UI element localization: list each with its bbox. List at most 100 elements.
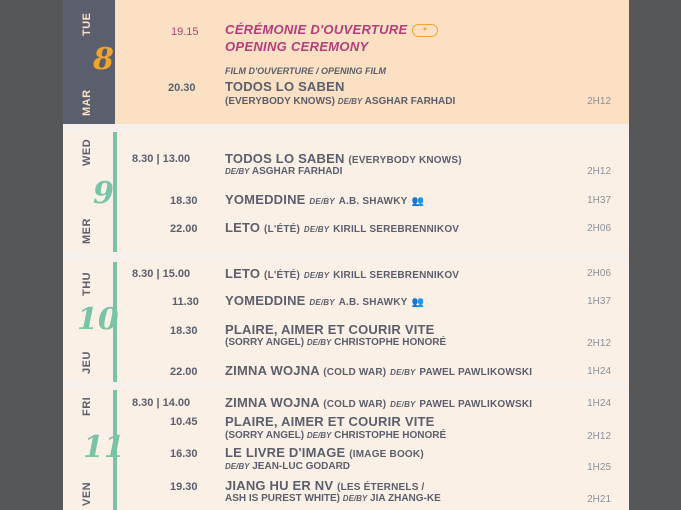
day-label-en: FRI <box>81 396 93 416</box>
ceremony-title-en: OPENING CEREMONY <box>225 39 369 54</box>
film-alt-title: (LES ÉTERNELS / <box>337 482 425 493</box>
screening-time: 18.30 <box>170 195 198 207</box>
by-label: DE/BY <box>337 97 363 106</box>
film-title: PLAIRE, AIMER ET COURIR VITE <box>225 414 435 429</box>
film-credit: (EVERYBODY KNOWS) DE/BY ASGHAR FARHADI <box>225 96 455 107</box>
film-title: LETO (L'ÉTÉ) DE/BY KIRILL SEREBRENNIKOV <box>225 266 459 281</box>
day-number: 10 <box>77 302 119 337</box>
screening-time: 19.30 <box>170 481 198 493</box>
director: KIRILL SEREBRENNIKOV <box>333 224 460 235</box>
day-block-11: FRI 11 VEN 8.30 | 14.00 ZIMNA WOJNA (COL… <box>63 390 629 510</box>
day-label-fr: MER <box>81 218 93 244</box>
film-credit: (SORRY ANGEL) DE/BY CHRISTOPHE HONORÉ <box>225 337 446 348</box>
screening-time: 18.30 <box>170 325 198 337</box>
day-label-en: WED <box>81 138 93 166</box>
film-credit: (SORRY ANGEL) DE/BY CHRISTOPHE HONORÉ <box>225 430 446 441</box>
by-label: DE/BY <box>225 462 250 471</box>
by-label: DE/BY <box>390 368 416 377</box>
film-title: YOMEDDINE DE/BY A.B. SHAWKY 👥 <box>225 192 424 207</box>
director: KIRILL SEREBRENNIKOV <box>333 270 460 281</box>
film-alt-title: (SORRY ANGEL) <box>225 430 305 441</box>
film-title-text: ZIMNA WOJNA <box>225 363 320 378</box>
film-title: ZIMNA WOJNA (COLD WAR) DE/BY PAWEL PAWLI… <box>225 363 532 378</box>
by-label: DE/BY <box>306 338 332 347</box>
film-title-text: YOMEDDINE <box>225 192 306 207</box>
director: ASGHAR FARHADI <box>251 166 343 177</box>
day-block-8: TUE 8 MAR 19.15 CÉRÉMONIE D'OUVERTURE ✦ O… <box>63 0 629 124</box>
film-title: JIANG HU ER NV (LES ÉTERNELS / <box>225 478 425 493</box>
day-number: 9 <box>93 176 114 211</box>
palm-logo-icon: ✦ <box>411 24 438 38</box>
film-alt-title: (EVERYBODY KNOWS) <box>348 155 462 166</box>
by-label: DE/BY <box>303 271 330 280</box>
film-alt-title: (COLD WAR) <box>323 367 387 378</box>
duration: 1H25 <box>587 462 611 473</box>
film-title-text: LETO <box>225 220 261 235</box>
day-block-9: WED 9 MER 8.30 | 13.00 TODOS LO SABEN (E… <box>63 132 629 252</box>
screening-time: 22.00 <box>170 366 198 378</box>
day-number: 8 <box>93 42 114 77</box>
film-title: TODOS LO SABEN <box>225 79 345 94</box>
director: CHRISTOPHE HONORÉ <box>334 337 447 348</box>
duration: 2H12 <box>587 338 611 349</box>
screening-time: 10.45 <box>170 416 198 428</box>
film-title: YOMEDDINE DE/BY A.B. SHAWKY 👥 <box>225 293 424 308</box>
screening-time: 8.30 | 13.00 <box>132 153 191 165</box>
film-title: LE LIVRE D'IMAGE (IMAGE BOOK) <box>225 445 424 460</box>
film-alt-title: ASH IS PUREST WHITE) <box>225 493 341 504</box>
film-title-text: LETO <box>225 266 261 281</box>
film-credit: ASH IS PUREST WHITE) DE/BY JIA ZHANG-KE <box>225 493 441 504</box>
director: JIA ZHANG-KE <box>370 493 441 504</box>
duration: 2H21 <box>587 494 611 505</box>
day-strip: TUE 8 MAR <box>63 0 115 124</box>
film-title: PLAIRE, AIMER ET COURIR VITE <box>225 322 435 337</box>
by-label: DE/BY <box>309 298 335 307</box>
film-alt-title: (IMAGE BOOK) <box>349 449 424 460</box>
duration: 2H12 <box>587 96 611 107</box>
by-label: DE/BY <box>342 494 368 503</box>
by-label: DE/BY <box>309 197 335 206</box>
screening-time: 16.30 <box>170 448 198 460</box>
duration: 2H12 <box>587 431 611 442</box>
screening-time: 11.30 <box>172 296 199 308</box>
day-label-fr: VEN <box>81 481 93 506</box>
film-title: TODOS LO SABEN (EVERYBODY KNOWS) <box>225 151 462 166</box>
screening-time: 22.00 <box>170 223 198 235</box>
schedule-page: TUE 8 MAR 19.15 CÉRÉMONIE D'OUVERTURE ✦ O… <box>63 0 629 510</box>
ceremony-title-fr: CÉRÉMONIE D'OUVERTURE <box>225 22 408 37</box>
duration: 1H24 <box>587 366 611 377</box>
director: PAWEL PAWLIKOWSKI <box>419 399 533 410</box>
director: A.B. SHAWKY <box>338 297 408 308</box>
day-number: 11 <box>83 430 125 465</box>
day-label-en: THU <box>81 271 93 296</box>
film-title-text: YOMEDDINE <box>225 293 306 308</box>
director: A.B. SHAWKY <box>338 196 408 207</box>
film-title-text: LE LIVRE D'IMAGE <box>225 445 346 460</box>
film-credit: DE/BY ASGHAR FARHADI <box>225 166 342 177</box>
screening-time: 8.30 | 15.00 <box>132 268 191 280</box>
film-alt-title: (L'ÉTÉ) <box>264 270 301 281</box>
film-title-text: JIANG HU ER NV <box>225 478 334 493</box>
duration: 2H12 <box>587 166 611 177</box>
by-label: DE/BY <box>225 167 250 176</box>
duration: 1H37 <box>587 296 611 307</box>
film-title-text: ZIMNA WOJNA <box>225 395 320 410</box>
director: ASGHAR FARHADI <box>364 96 456 107</box>
film-alt-title: (L'ÉTÉ) <box>264 224 301 235</box>
director: CHRISTOPHE HONORÉ <box>334 430 447 441</box>
day-label-fr: MAR <box>81 89 93 116</box>
film-title-text: TODOS LO SABEN <box>225 151 345 166</box>
duration: 2H06 <box>587 223 611 234</box>
ceremony-time: 19.15 <box>171 26 199 38</box>
film-alt-title: (EVERYBODY KNOWS) <box>225 96 336 107</box>
duration: 1H37 <box>587 195 611 206</box>
film-title: LETO (L'ÉTÉ) DE/BY KIRILL SEREBRENNIKOV <box>225 220 459 235</box>
by-label: DE/BY <box>306 431 332 440</box>
opening-film-tag: FILM D'OUVERTURE / OPENING FILM <box>225 66 386 76</box>
duration: 2H06 <box>587 268 611 279</box>
director: JEAN-LUC GODARD <box>252 461 351 472</box>
duration: 1H24 <box>587 398 611 409</box>
day-strip: FRI 11 VEN <box>63 390 125 510</box>
day-label-en: TUE <box>81 12 93 37</box>
film-alt-title: (SORRY ANGEL) <box>225 337 305 348</box>
